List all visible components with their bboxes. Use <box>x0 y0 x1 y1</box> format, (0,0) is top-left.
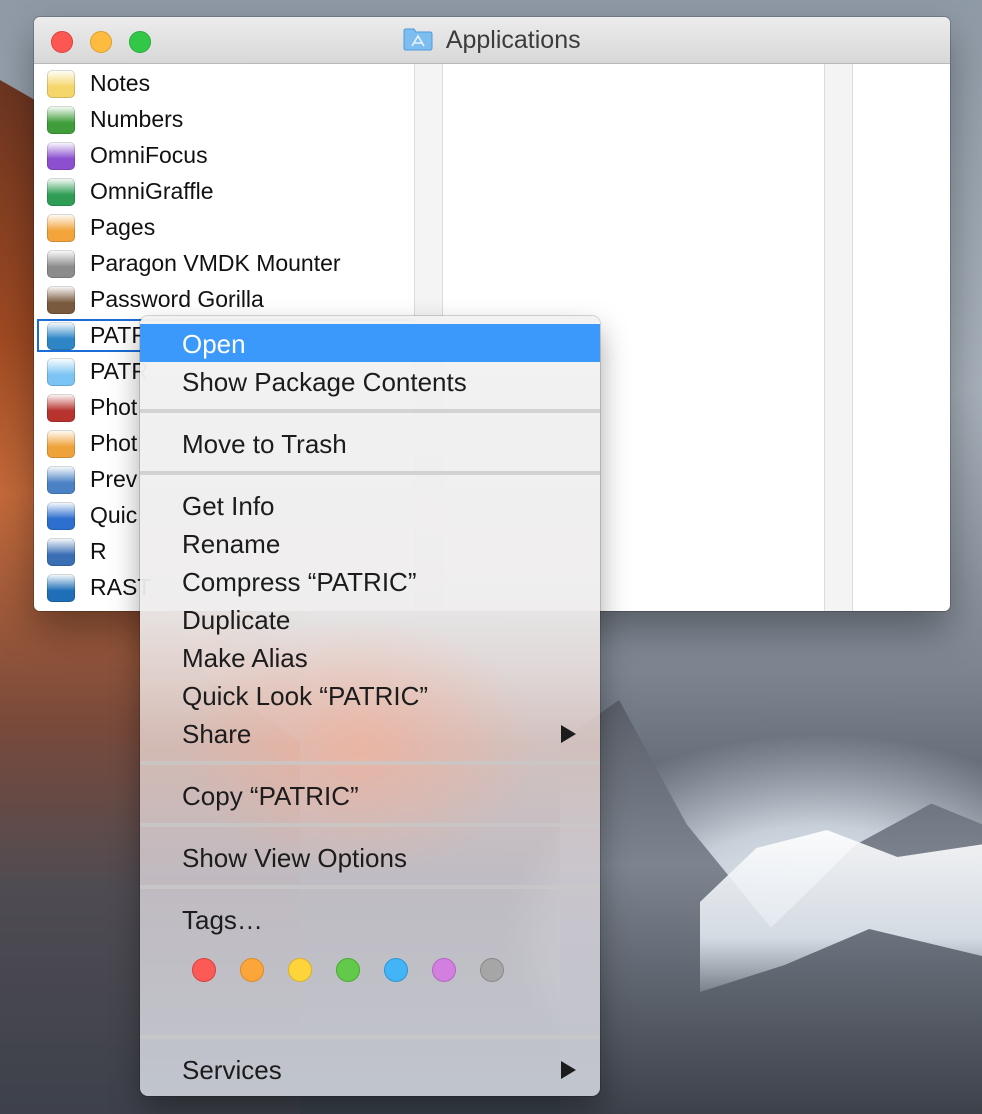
folder-icon <box>47 358 75 386</box>
menu-item-rename[interactable]: Rename <box>140 524 600 562</box>
file-name: OmniFocus <box>90 142 208 168</box>
menu-item-services[interactable]: Services <box>140 1050 600 1088</box>
gorilla-icon <box>47 286 75 314</box>
file-name: Numbers <box>90 106 184 132</box>
tag-orange-button[interactable] <box>240 958 264 982</box>
list-item[interactable]: OmniFocus <box>34 138 414 174</box>
file-name: OmniGraffle <box>90 178 214 204</box>
column-resize-gutter[interactable] <box>825 64 853 611</box>
file-name: Phot <box>90 394 138 420</box>
applications-folder-icon <box>403 27 433 51</box>
menu-item-show-view-options[interactable]: Show View Options <box>140 838 600 876</box>
kbase-icon <box>47 574 75 602</box>
menu-item-open[interactable]: Open <box>140 324 600 362</box>
menu-separator <box>140 823 600 827</box>
tag-blue-button[interactable] <box>384 958 408 982</box>
list-item[interactable]: Paragon VMDK Mounter <box>34 246 414 282</box>
omnigraffle-icon <box>47 178 75 206</box>
tag-purple-button[interactable] <box>432 958 456 982</box>
context-menu: Open Show Package Contents Move to Trash… <box>140 316 600 1096</box>
menu-separator <box>140 1035 600 1039</box>
list-item[interactable]: Password Gorilla <box>34 282 414 318</box>
menu-item-share[interactable]: Share <box>140 714 600 752</box>
list-item[interactable]: OmniGraffle <box>34 174 414 210</box>
menu-item-duplicate[interactable]: Duplicate <box>140 600 600 638</box>
file-name: Notes <box>90 70 151 96</box>
list-item[interactable]: Numbers <box>34 102 414 138</box>
file-name: R <box>90 538 107 564</box>
tag-green-button[interactable] <box>336 958 360 982</box>
browser-column-3[interactable] <box>853 64 950 611</box>
menu-item-show-package-contents[interactable]: Show Package Contents <box>140 362 600 400</box>
preview-icon <box>47 466 75 494</box>
tag-red-button[interactable] <box>192 958 216 982</box>
file-name: Quic <box>90 502 138 528</box>
notes-icon <box>47 70 75 98</box>
menu-item-get-info[interactable]: Get Info <box>140 486 600 524</box>
pages-icon <box>47 214 75 242</box>
tag-gray-button[interactable] <box>480 958 504 982</box>
photos-icon <box>47 430 75 458</box>
file-name: Prev <box>90 466 138 492</box>
file-name: Paragon VMDK Mounter <box>90 250 341 276</box>
omnifocus-icon <box>47 142 75 170</box>
tag-yellow-button[interactable] <box>288 958 312 982</box>
file-name: Phot <box>90 430 138 456</box>
list-item[interactable]: Pages <box>34 210 414 246</box>
photo-booth-icon <box>47 394 75 422</box>
menu-separator <box>140 885 600 889</box>
menu-item-compress[interactable]: Compress “PATRIC” <box>140 562 600 600</box>
file-name: Pages <box>90 214 156 240</box>
menu-item-move-to-trash[interactable]: Move to Trash <box>140 424 600 462</box>
window-title: Applications <box>445 26 581 54</box>
paragon-icon <box>47 250 75 278</box>
menu-separator <box>140 471 600 475</box>
r-icon <box>47 538 75 566</box>
menu-item-make-alias[interactable]: Make Alias <box>140 638 600 676</box>
submenu-arrow-icon <box>561 725 576 743</box>
title-bar[interactable]: Applications <box>34 17 950 64</box>
menu-separator <box>140 409 600 413</box>
numbers-icon <box>47 106 75 134</box>
patric-app-icon <box>47 322 75 350</box>
menu-item-tags[interactable]: Tags… <box>140 900 600 938</box>
list-item[interactable]: Notes <box>34 66 414 102</box>
menu-separator <box>140 761 600 765</box>
quicktime-icon <box>47 502 75 530</box>
menu-item-copy[interactable]: Copy “PATRIC” <box>140 776 600 814</box>
submenu-arrow-icon <box>561 1061 576 1079</box>
file-name: Password Gorilla <box>90 286 264 312</box>
menu-item-quick-look[interactable]: Quick Look “PATRIC” <box>140 676 600 714</box>
